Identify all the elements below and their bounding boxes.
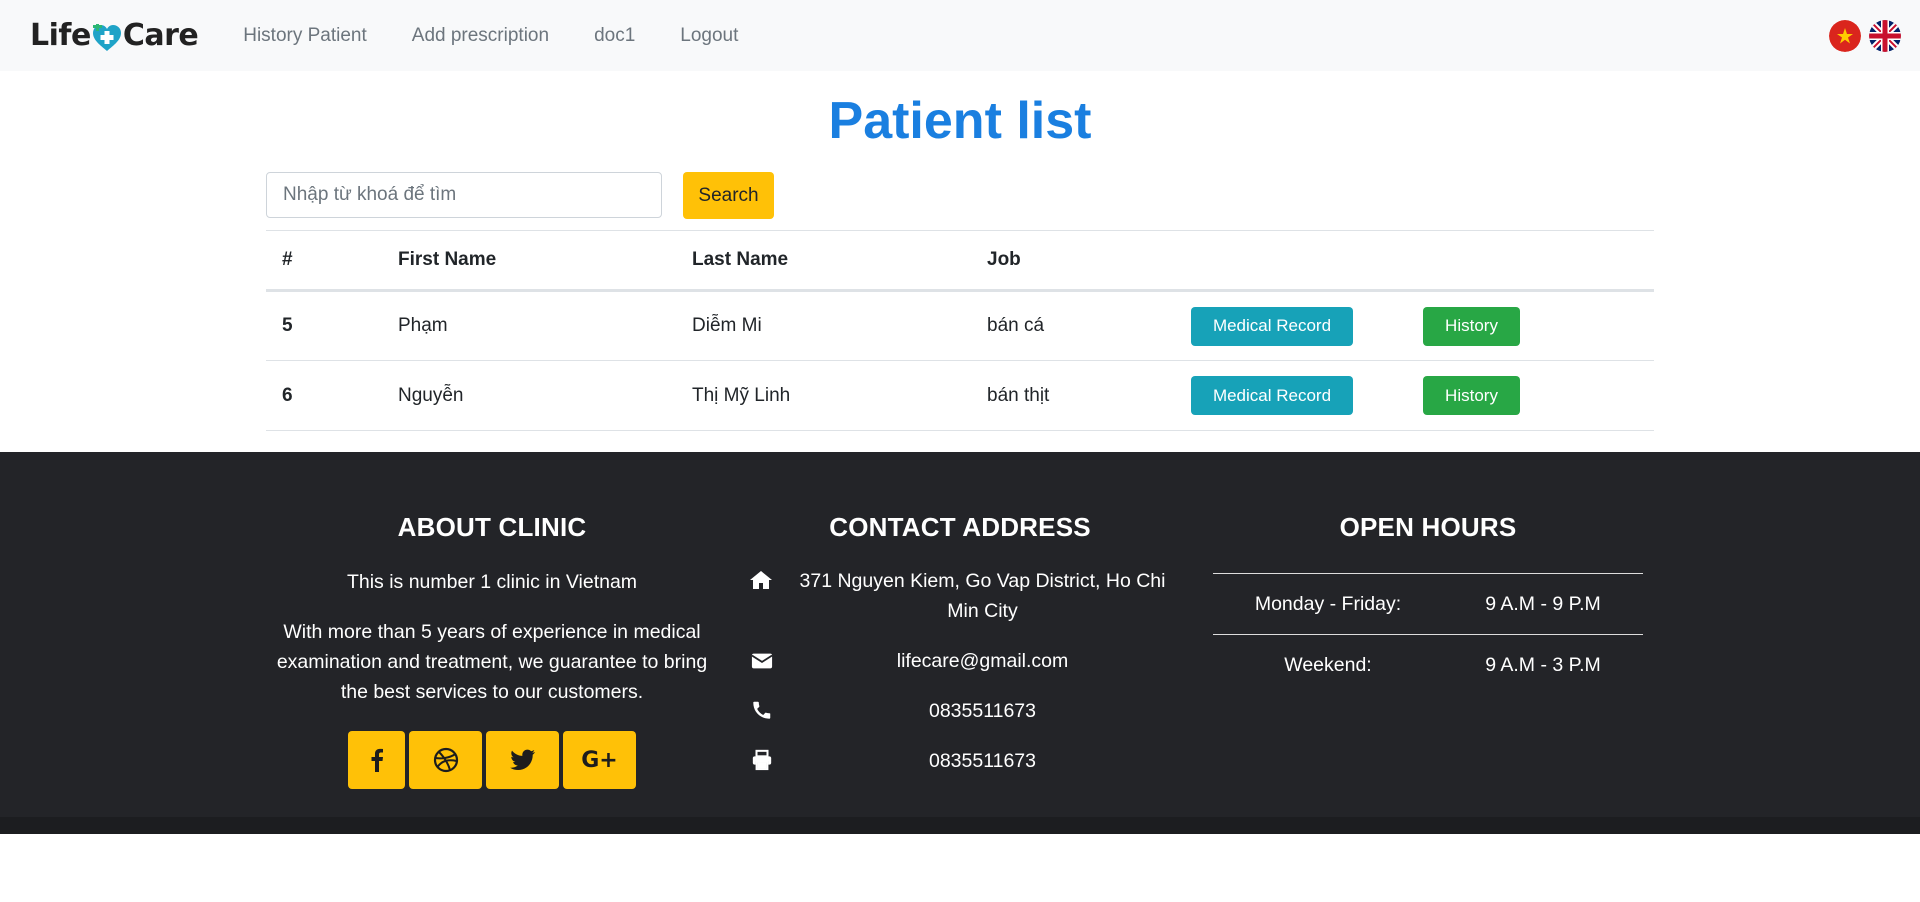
hours-day: Monday - Friday:: [1254, 592, 1402, 615]
navbar: Life Care History Patient Add prescripti…: [0, 0, 1920, 71]
hours-time: 9 A.M - 3 P.M: [1485, 653, 1601, 676]
brand-left: Life: [30, 18, 91, 53]
brand-right: Care: [122, 18, 199, 53]
patient-job: bán cá: [971, 290, 1175, 361]
record-cell: Medical Record: [1175, 290, 1407, 361]
dribbble-icon[interactable]: [409, 731, 482, 789]
contact-email: lifecare@gmail.com: [896, 650, 1069, 672]
medical-record-button[interactable]: Medical Record: [1191, 376, 1353, 415]
history-cell: History: [1407, 360, 1654, 431]
footer-bottom-bar: [0, 817, 1920, 834]
facebook-icon[interactable]: [348, 731, 405, 789]
patient-id: 6: [266, 360, 382, 431]
hours-row: Monday - Friday: 9 A.M - 9 P.M: [1213, 574, 1643, 634]
hours-time: 9 A.M - 9 P.M: [1485, 592, 1601, 615]
patient-first-name: Phạm: [382, 290, 676, 361]
vietnam-flag-icon[interactable]: [1829, 20, 1861, 52]
contact-phone-row: 0835511673: [741, 696, 1179, 726]
history-cell: History: [1407, 290, 1654, 361]
social-links: G+: [273, 731, 711, 789]
header-first-name: First Name: [382, 230, 676, 292]
contact-email-row: lifecare@gmail.com: [741, 646, 1179, 676]
contact-fax-row: 0835511673: [741, 746, 1179, 776]
history-button[interactable]: History: [1423, 306, 1520, 346]
contact-address-row: 371 Nguyen Kiem, Go Vap District, Ho Chi…: [741, 566, 1179, 626]
record-cell: Medical Record: [1175, 360, 1407, 431]
envelope-icon: [751, 653, 773, 669]
table-header-row: # First Name Last Name Job: [266, 230, 1654, 292]
contact-title: CONTACT ADDRESS: [829, 512, 1091, 542]
uk-flag-icon[interactable]: [1869, 20, 1901, 52]
home-icon: [750, 571, 772, 589]
printer-icon: [752, 749, 772, 771]
language-switcher: [1829, 20, 1901, 52]
contact-address: 371 Nguyen Kiem, Go Vap District, Ho Chi…: [799, 570, 1166, 622]
page-title: Patient list: [828, 92, 1092, 150]
hours-table: Monday - Friday: 9 A.M - 9 P.M Weekend: …: [1213, 573, 1643, 695]
patient-first-name: Nguyễn: [382, 360, 676, 431]
google-plus-icon[interactable]: G+: [563, 731, 636, 789]
search-button[interactable]: Search: [683, 172, 774, 219]
contact-address-section: CONTACT ADDRESS 371 Nguyen Kiem, Go Vap …: [741, 512, 1179, 772]
nav-add-prescription[interactable]: Add prescription: [412, 25, 549, 47]
search-input[interactable]: [266, 172, 662, 218]
phone-icon: [753, 701, 771, 719]
about-title: ABOUT CLINIC: [397, 512, 587, 542]
nav-user-doc1[interactable]: doc1: [594, 25, 635, 47]
patient-last-name: Thị Mỹ Linh: [676, 360, 971, 431]
patient-job: bán thịt: [971, 360, 1175, 431]
about-line-1: This is number 1 clinic in Vietnam: [346, 571, 638, 593]
table-row: 6 Nguyễn Thị Mỹ Linh bán thịt Medical Re…: [266, 360, 1654, 431]
hours-day: Weekend:: [1284, 653, 1372, 676]
header-job: Job: [971, 230, 1175, 292]
header-number: #: [266, 230, 382, 292]
main-content: Patient list Search # First Name Last Na…: [0, 71, 1920, 452]
heart-plus-icon: [92, 23, 121, 51]
open-hours-section: OPEN HOURS Monday - Friday: 9 A.M - 9 P.…: [1213, 512, 1643, 695]
header-last-name: Last Name: [676, 230, 971, 292]
contact-phone: 0835511673: [928, 700, 1036, 722]
contact-fax: 0835511673: [928, 750, 1036, 772]
about-clinic-section: ABOUT CLINIC This is number 1 clinic in …: [273, 512, 711, 789]
hours-title: OPEN HOURS: [1339, 512, 1517, 542]
nav-history-patient[interactable]: History Patient: [243, 25, 367, 47]
hours-row: Weekend: 9 A.M - 3 P.M: [1213, 634, 1643, 695]
twitter-icon[interactable]: [486, 731, 559, 789]
header-action-2: [1407, 230, 1654, 292]
table-row: 5 Phạm Diễm Mi bán cá Medical Record His…: [266, 290, 1654, 361]
nav-logout[interactable]: Logout: [680, 25, 738, 47]
footer: ABOUT CLINIC This is number 1 clinic in …: [0, 452, 1920, 834]
nav-links: History Patient Add prescription doc1 Lo…: [243, 25, 783, 47]
about-line-2: With more than 5 years of experience in …: [276, 621, 708, 703]
history-button[interactable]: History: [1423, 376, 1520, 415]
google-plus-glyph: G+: [581, 747, 618, 773]
medical-record-button[interactable]: Medical Record: [1191, 306, 1353, 346]
patient-last-name: Diễm Mi: [676, 290, 971, 361]
patient-id: 5: [266, 290, 382, 361]
patient-table: # First Name Last Name Job 5 Phạm Diễm M…: [266, 230, 1654, 431]
header-action-1: [1175, 230, 1407, 292]
brand-logo[interactable]: Life Care: [30, 18, 199, 53]
